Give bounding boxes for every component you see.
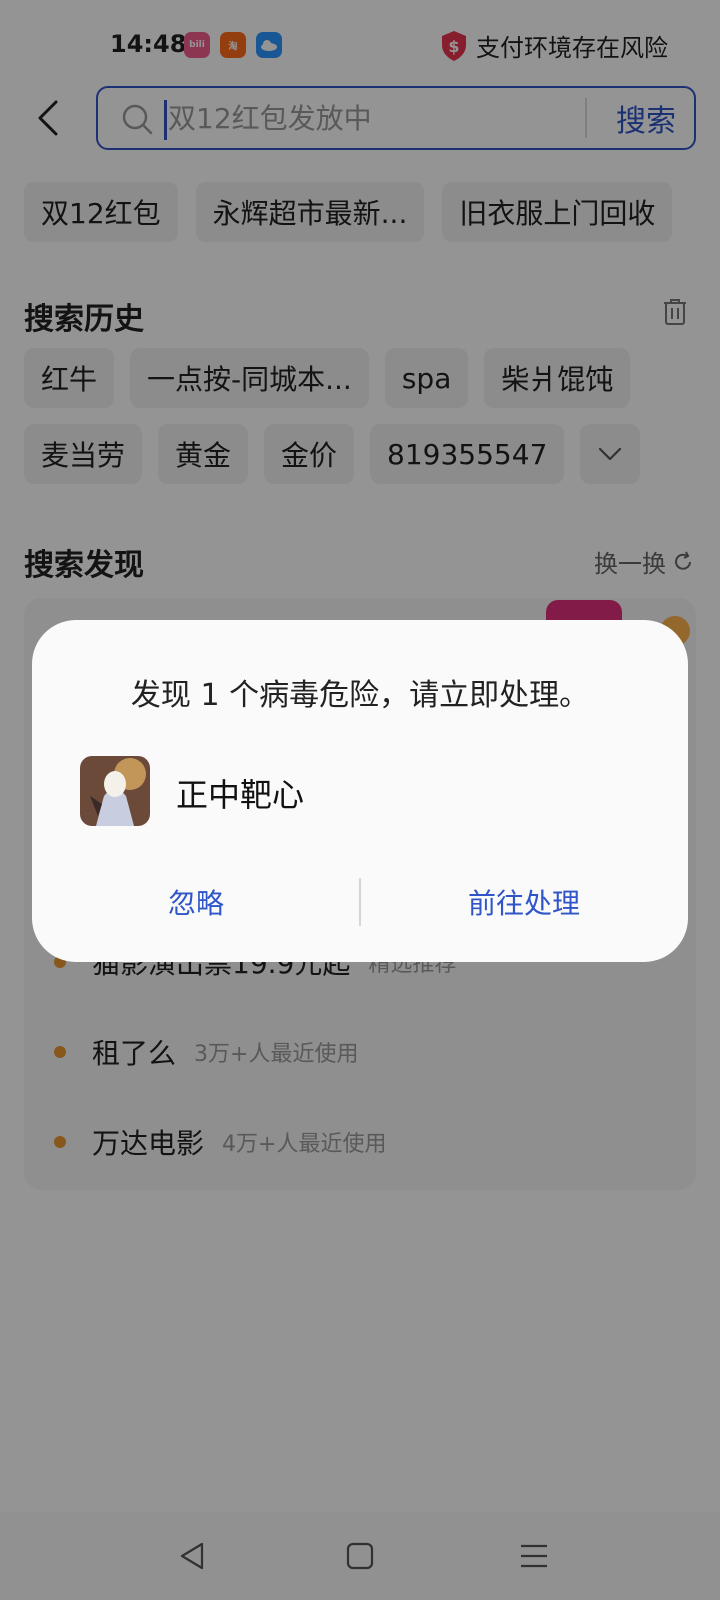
dialog-title: 发现 1 个病毒危险，请立即处理。	[130, 678, 590, 713]
flagged-app-name: 正中靶心	[176, 776, 305, 814]
app-icon	[80, 756, 150, 826]
go-handle-button[interactable]: 前往处理	[360, 872, 688, 932]
ignore-button[interactable]: 忽略	[32, 872, 360, 932]
virus-warning-dialog: 发现 1 个病毒危险，请立即处理。 正中靶心 忽略 前往处理	[32, 620, 688, 962]
